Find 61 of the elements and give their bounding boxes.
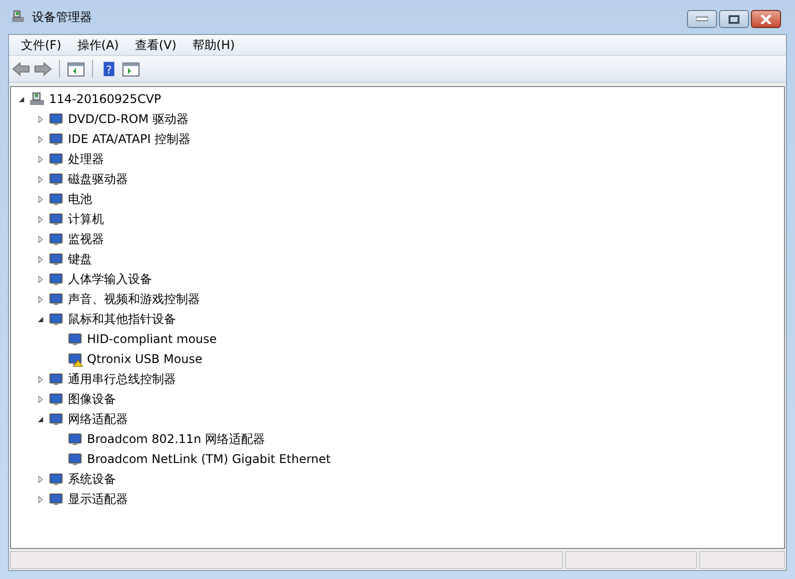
console-tree-icon[interactable]	[67, 61, 85, 77]
tree-item[interactable]: 网络适配器	[68, 410, 128, 428]
device-icon	[67, 331, 83, 347]
device-icon	[48, 491, 64, 507]
menu-item[interactable]: 操作(A)	[69, 36, 127, 54]
tree-item[interactable]: 显示适配器	[68, 490, 128, 508]
device-icon	[67, 451, 83, 467]
tree-item[interactable]: Broadcom NetLink (TM) Gigabit Ethernet	[87, 452, 331, 466]
tree-item[interactable]: IDE ATA/ATAPI 控制器	[68, 130, 191, 148]
tree-item[interactable]: 鼠标和其他指针设备	[68, 310, 176, 328]
expander-icon[interactable]	[36, 416, 44, 422]
device-icon	[48, 371, 64, 387]
tree-item[interactable]: 键盘	[68, 250, 92, 268]
computer-icon	[29, 91, 45, 107]
tree-item[interactable]: 计算机	[68, 210, 104, 228]
menu-item[interactable]: 文件(F)	[13, 36, 70, 54]
device-icon	[48, 191, 64, 207]
tree-item[interactable]: 人体学输入设备	[68, 270, 152, 288]
tree-item[interactable]: 磁盘驱动器	[68, 170, 128, 188]
device-icon	[48, 111, 64, 127]
device-icon	[67, 351, 83, 367]
maximize-button[interactable]	[719, 10, 749, 28]
minimize-icon	[696, 14, 708, 24]
tree-item[interactable]: Broadcom 802.11n 网络适配器	[87, 430, 266, 448]
close-icon	[760, 14, 772, 24]
device-icon	[48, 311, 64, 327]
expander-icon[interactable]	[36, 316, 44, 322]
tree-item[interactable]: DVD/CD-ROM 驱动器	[68, 110, 188, 128]
window-title: 设备管理器	[32, 8, 92, 26]
tree-item[interactable]: 声音、视频和游戏控制器	[68, 290, 200, 308]
device-icon	[48, 251, 64, 267]
tree-item[interactable]: 图像设备	[68, 390, 116, 408]
device-icon	[48, 291, 64, 307]
forward-arrow-icon[interactable]	[34, 61, 52, 77]
menu-item[interactable]: 查看(V)	[126, 36, 184, 54]
device-icon	[48, 391, 64, 407]
device-icon	[48, 411, 64, 427]
device-icon	[48, 171, 64, 187]
device-icon	[48, 231, 64, 247]
device-icon	[48, 151, 64, 167]
minimize-button[interactable]	[687, 10, 717, 28]
tree-item[interactable]: 通用串行总线控制器	[68, 370, 176, 388]
tree-item[interactable]: Qtronix USB Mouse	[87, 352, 202, 366]
tree-item[interactable]: 电池	[68, 190, 92, 208]
close-button[interactable]	[751, 10, 781, 28]
tree-item[interactable]: 处理器	[68, 150, 104, 168]
device-icon	[48, 131, 64, 147]
expander-icon[interactable]	[18, 96, 24, 102]
device-icon	[48, 271, 64, 287]
tree-item[interactable]: 监视器	[68, 230, 104, 248]
tree-item[interactable]: 系统设备	[68, 470, 116, 488]
device-icon	[67, 431, 83, 447]
menu-item[interactable]: 帮助(H)	[184, 36, 243, 54]
tree-item[interactable]: 114-20160925CVP	[49, 92, 162, 106]
device-icon	[48, 211, 64, 227]
maximize-icon	[728, 14, 740, 24]
device-icon	[48, 471, 64, 487]
back-arrow-icon[interactable]	[12, 61, 30, 77]
computer-icon	[10, 9, 26, 25]
tree-item[interactable]: HID-compliant mouse	[87, 332, 217, 346]
action-pane-icon[interactable]	[122, 61, 140, 77]
